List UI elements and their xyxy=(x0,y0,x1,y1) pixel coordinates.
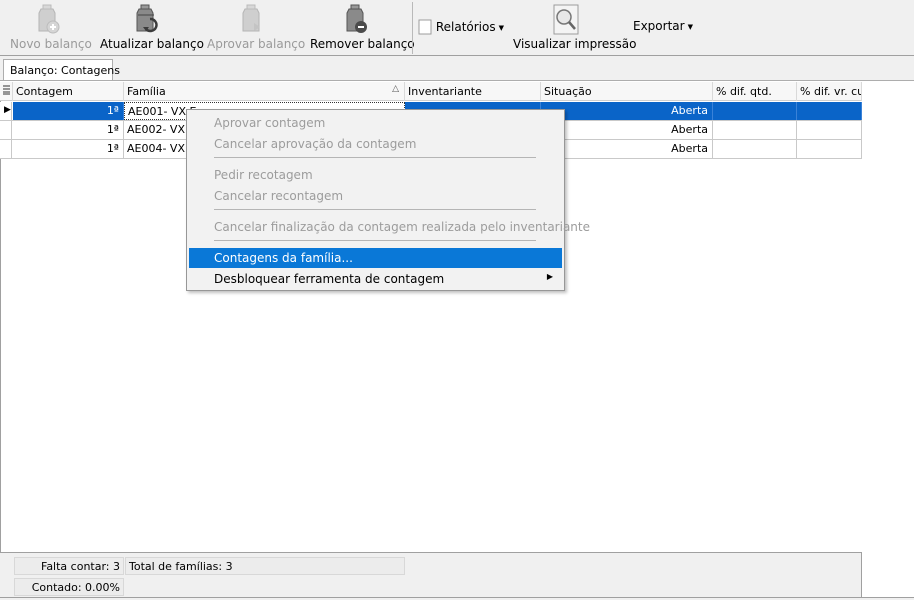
toolbar-separator xyxy=(412,2,413,54)
total-families: Total de famílias: 3 xyxy=(125,557,405,575)
menu-item-cancel-finalization[interactable]: Cancelar finalização da contagem realiza… xyxy=(189,217,590,237)
new-balance-icon xyxy=(38,4,60,34)
reports-icon xyxy=(418,19,432,35)
chevron-down-icon: ▼ xyxy=(687,23,693,31)
export-label: Exportar xyxy=(633,19,685,33)
list-icon xyxy=(3,85,10,95)
menu-item-cancel-approval[interactable]: Cancelar aprovação da contagem xyxy=(189,134,562,154)
cell-dif-vr[interactable] xyxy=(797,102,862,120)
remove-balance-button[interactable]: Remover balanço xyxy=(308,0,415,54)
update-balance-label: Atualizar balanço xyxy=(100,37,204,51)
update-balance-icon xyxy=(136,4,158,33)
summary-footer: Falta contar: 3 Total de famílias: 3 Con… xyxy=(0,552,862,597)
tab-balance-counts[interactable]: Balanço: Contagens xyxy=(3,59,120,81)
header-inventariante[interactable]: Inventariante xyxy=(405,82,541,101)
grid-header: Contagem Família △ Inventariante Situaçã… xyxy=(0,82,862,101)
menu-separator xyxy=(214,157,536,158)
approve-balance-label: Aprovar balanço xyxy=(207,37,306,51)
export-dropdown[interactable]: Exportar ▼ xyxy=(633,19,693,33)
header-situacao[interactable]: Situação xyxy=(541,82,713,101)
approve-balance-button[interactable]: Aprovar balanço xyxy=(205,0,305,54)
cell-contagem[interactable]: 1ª xyxy=(13,121,124,139)
cell-dif-qtd[interactable] xyxy=(713,140,797,158)
menu-item-approve-count[interactable]: Aprovar contagem xyxy=(189,113,562,133)
update-balance-button[interactable]: Atualizar balanço xyxy=(98,0,204,54)
menu-separator xyxy=(214,240,536,241)
cell-dif-qtd[interactable] xyxy=(713,121,797,139)
row-indicator xyxy=(0,121,12,139)
cell-situacao[interactable]: Aberta xyxy=(541,102,713,120)
header-familia-label: Família xyxy=(127,85,166,98)
cell-contagem[interactable]: 1ª xyxy=(13,102,124,120)
toolbar: Novo balanço Atualizar balanço Aprovar b… xyxy=(0,0,914,56)
menu-item-request-recount[interactable]: Pedir recotagem xyxy=(189,165,562,185)
menu-separator xyxy=(214,209,536,210)
menu-item-unlock-count-tool[interactable]: Desbloquear ferramenta de contagem ▶ xyxy=(189,269,562,289)
reports-label: Relatórios xyxy=(435,20,496,34)
row-indicator: ▶ xyxy=(0,102,12,120)
header-familia[interactable]: Família △ xyxy=(124,82,405,101)
cell-dif-vr[interactable] xyxy=(797,140,862,158)
cell-dif-qtd[interactable] xyxy=(713,102,797,120)
header-dif-vr[interactable]: % dif. vr. cu xyxy=(797,82,862,101)
magnifier-icon xyxy=(553,4,579,35)
chevron-down-icon: ▼ xyxy=(498,24,504,32)
menu-item-family-counts[interactable]: Contagens da família... xyxy=(189,248,562,268)
tab-underline xyxy=(0,80,914,81)
tab-strip: Balanço: Contagens xyxy=(0,56,914,81)
submenu-arrow-icon: ▶ xyxy=(546,272,553,281)
header-dif-qtd[interactable]: % dif. qtd. xyxy=(713,82,797,101)
column-chooser-icon[interactable] xyxy=(0,82,13,101)
reports-dropdown[interactable]: Relatórios ▼ xyxy=(418,19,504,35)
cell-situacao-text: Aberta xyxy=(671,104,708,117)
header-contagem[interactable]: Contagem xyxy=(13,82,124,101)
cell-contagem[interactable]: 1ª xyxy=(13,140,124,158)
cell-situacao[interactable]: Aberta xyxy=(541,140,713,158)
counted-percent: Contado: 0.00% xyxy=(14,578,124,596)
cell-dif-vr[interactable] xyxy=(797,121,862,139)
approve-balance-icon xyxy=(242,4,260,32)
new-balance-button[interactable]: Novo balanço xyxy=(8,0,92,54)
cell-situacao[interactable]: Aberta xyxy=(541,121,713,139)
sort-ascending-icon: △ xyxy=(392,84,399,94)
current-row-arrow-icon: ▶ xyxy=(4,105,11,115)
print-preview-button[interactable]: Visualizar impressão xyxy=(510,0,636,54)
menu-item-cancel-recount[interactable]: Cancelar recontagem xyxy=(189,186,562,206)
print-preview-label: Visualizar impressão xyxy=(513,37,637,51)
remaining-count: Falta contar: 3 xyxy=(14,557,124,575)
context-menu: Aprovar contagem Cancelar aprovação da c… xyxy=(186,109,590,291)
remove-balance-icon xyxy=(346,4,367,33)
new-balance-label: Novo balanço xyxy=(10,37,92,51)
menu-item-unlock-label: Desbloquear ferramenta de contagem xyxy=(214,272,445,286)
row-indicator xyxy=(0,140,12,158)
remove-balance-label: Remover balanço xyxy=(310,37,415,51)
